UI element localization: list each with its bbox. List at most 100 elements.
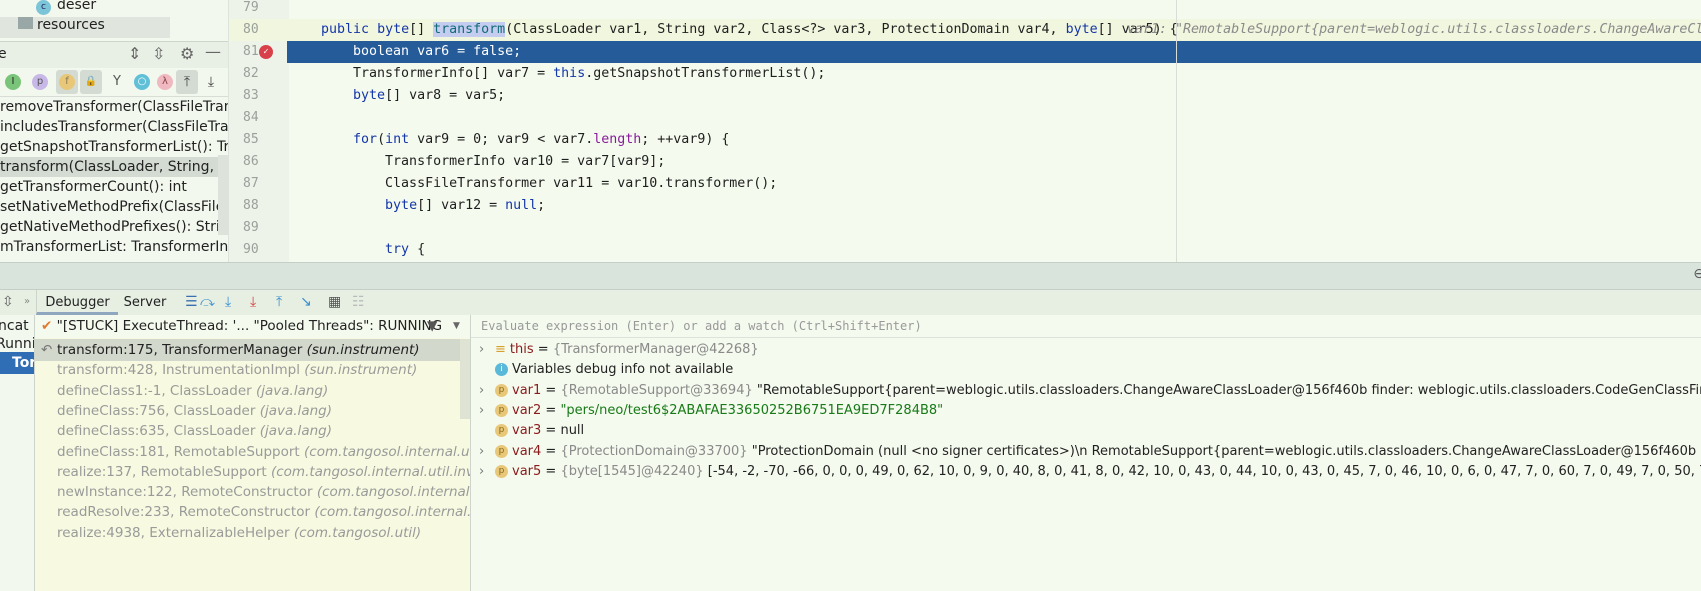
- autoscroll-to-source-icon[interactable]: ⤒: [176, 70, 198, 94]
- expand-all-icon[interactable]: ⇕: [128, 44, 141, 63]
- line-number[interactable]: 79: [229, 0, 289, 19]
- line-number[interactable]: 82: [229, 63, 289, 85]
- frame-method: newInstance:122, RemoteConstructor: [57, 484, 313, 501]
- stack-frame[interactable]: ↶ transform:175, TransformerManager (sun.…: [35, 339, 470, 361]
- collapse-all-icon[interactable]: ⇳: [152, 44, 165, 63]
- line-number[interactable]: 89: [229, 217, 289, 239]
- line-number[interactable]: 90: [229, 239, 289, 261]
- layout-icon[interactable]: ☰: [185, 294, 198, 310]
- line-number[interactable]: 87: [229, 173, 289, 195]
- show-inherited-icon[interactable]: I: [5, 74, 21, 90]
- show-non-public-icon[interactable]: 🔒: [80, 70, 102, 94]
- panel-splitter[interactable]: ⊖: [0, 262, 1701, 290]
- tree-item-deser[interactable]: c deser: [36, 0, 96, 15]
- variable-row[interactable]: › p var2 = "pers/neo/test6$2ABAFAE33650252…: [479, 400, 943, 422]
- show-fields-icon[interactable]: f: [59, 74, 75, 90]
- structure-item-selected[interactable]: transform(ClassLoader, String, Class<?>: [0, 157, 228, 177]
- stack-frame[interactable]: defineClass1:-1, ClassLoader (java.lang): [35, 380, 470, 402]
- line-number[interactable]: 83: [229, 85, 289, 107]
- structure-title: e: [0, 46, 7, 62]
- structure-item[interactable]: setNativeMethodPrefix(ClassFileTransform…: [0, 197, 228, 217]
- folder-icon: [18, 17, 33, 29]
- line-number[interactable]: 80: [229, 19, 289, 41]
- hide-icon[interactable]: ⊖: [1693, 266, 1701, 282]
- stack-frame[interactable]: defineClass:181, RemotableSupport (com.t…: [35, 441, 470, 463]
- frame-method: transform:428, InstrumentationImpl: [57, 362, 300, 379]
- thread-selector[interactable]: ✔ "[STUCK] ExecuteThread: '... "Pooled T…: [35, 315, 470, 338]
- more-icon[interactable]: »: [24, 294, 30, 310]
- info-icon: i: [495, 363, 508, 377]
- show-lambdas-tree-icon[interactable]: Y: [109, 74, 125, 90]
- structure-item[interactable]: getTransformerCount(): int: [0, 177, 228, 197]
- project-structure-panel: c deser resources e ⇕ ⇳ ⚙ — I p f 🔒 Y ○ λ…: [0, 0, 228, 262]
- expand-chevron-icon[interactable]: ›: [479, 339, 495, 361]
- field-icon: ≡: [495, 342, 506, 357]
- force-step-into-icon[interactable]: ⤓: [250, 294, 256, 310]
- line-number[interactable]: 84: [229, 107, 289, 129]
- tab-server[interactable]: Server: [120, 290, 170, 315]
- line-number[interactable]: 88: [229, 195, 289, 217]
- variable-row[interactable]: › p var1 = {RemotableSupport@33694} "Remot…: [479, 380, 1701, 402]
- breakpoint-icon[interactable]: ✓: [259, 45, 273, 59]
- expand-chevron-icon[interactable]: ›: [479, 441, 495, 463]
- step-over-icon[interactable]: ⤼: [200, 294, 215, 310]
- code-line: for(int var9 = 0; var9 < var7.length; ++…: [353, 132, 730, 147]
- structure-item[interactable]: getSnapshotTransformerList(): Transforme…: [0, 137, 228, 157]
- structure-item[interactable]: getNativeMethodPrefixes(): String[]: [0, 217, 228, 237]
- frame-method: readResolve:233, RemoteConstructor: [57, 504, 311, 521]
- frame-method: transform:175, TransformerManager: [57, 342, 303, 358]
- structure-item[interactable]: mTransformerList: TransformerInfo[]: [0, 237, 228, 257]
- collapse-icon[interactable]: ⇳: [2, 294, 14, 310]
- stack-frame[interactable]: realize:137, RemotableSupport (com.tango…: [35, 461, 470, 483]
- structure-item[interactable]: removeTransformer(ClassFileTransformer: [0, 97, 228, 117]
- variable-row[interactable]: › p var5 = {byte[1545]@42240} [-54, -2, -7…: [479, 461, 1701, 483]
- variable-type: {RemotableSupport@33694}: [560, 382, 753, 398]
- structure-item[interactable]: includesTransformer(ClassFileTransformer: [0, 117, 228, 137]
- variable-row[interactable]: p var3 = null: [479, 420, 584, 442]
- code-line: ClassFileTransformer var11 = var10.trans…: [321, 176, 778, 191]
- run-to-cursor-icon[interactable]: ↘: [300, 294, 312, 310]
- expand-chevron-icon[interactable]: ›: [479, 380, 495, 402]
- step-into-icon[interactable]: ⤓: [225, 294, 231, 310]
- variable-name: this: [509, 342, 534, 357]
- variable-row[interactable]: › p var4 = {ProtectionDomain@33700} "Prote…: [479, 441, 1696, 463]
- expand-chevron-icon[interactable]: ›: [479, 461, 495, 483]
- show-anonymous-icon[interactable]: ○: [134, 74, 150, 90]
- line-number[interactable]: 85: [229, 129, 289, 151]
- code-line: TransformerInfo[] var7 = this.getSnapsho…: [321, 66, 826, 81]
- trace-icon[interactable]: ☷: [352, 294, 365, 310]
- scrollbar[interactable]: [218, 155, 228, 235]
- stack-frame[interactable]: readResolve:233, RemoteConstructor (com.…: [35, 501, 470, 523]
- dropdown-icon[interactable]: ▼: [453, 315, 460, 337]
- autoscroll-from-source-icon[interactable]: ⤓: [203, 74, 219, 90]
- variable-name: var1: [512, 382, 542, 398]
- stack-frame[interactable]: newInstance:122, RemoteConstructor (com.…: [35, 481, 470, 503]
- variable-name: var4: [512, 443, 542, 459]
- variables-panel: Evaluate expression (Enter) or add a wat…: [470, 315, 1701, 591]
- code-editor[interactable]: 79808182838485868788899091 public byte[]…: [228, 0, 1701, 262]
- stack-frame[interactable]: transform:428, InstrumentationImpl (sun.…: [35, 359, 470, 381]
- variable-row[interactable]: › ≡ this = {TransformerManager@42268}: [479, 339, 759, 361]
- stack-frame[interactable]: realize:4938, ExternalizableHelper (com.…: [35, 522, 470, 544]
- frame-method: defineClass:756, ClassLoader: [57, 402, 256, 419]
- stack-frame[interactable]: defineClass:756, ClassLoader (java.lang): [35, 400, 470, 422]
- tree-item-resources[interactable]: resources: [18, 17, 105, 33]
- stack-frame[interactable]: defineClass:635, ClassLoader (java.lang): [35, 420, 470, 442]
- return-icon: ↶: [41, 342, 53, 358]
- show-lambda-icon[interactable]: λ: [157, 74, 173, 90]
- line-number[interactable]: 86: [229, 151, 289, 173]
- code-line: TransformerInfo var10 = var7[var9];: [321, 154, 666, 169]
- session-item-selected[interactable]: Tor: [0, 352, 34, 374]
- step-out-icon[interactable]: ⤒: [276, 294, 282, 310]
- expand-chevron-icon[interactable]: ›: [479, 400, 495, 422]
- filter-icon[interactable]: ▼: [427, 315, 437, 337]
- scrollbar[interactable]: [460, 339, 470, 419]
- debug-info-message[interactable]: i Variables debug info not available: [479, 359, 733, 381]
- minimize-icon[interactable]: —: [205, 42, 221, 61]
- gear-icon[interactable]: ⚙: [180, 44, 194, 63]
- show-properties-icon[interactable]: p: [32, 74, 48, 90]
- tab-debugger[interactable]: Debugger: [36, 290, 118, 315]
- frame-package: (sun.instrument): [304, 362, 418, 379]
- evaluate-expression-icon[interactable]: ▦: [328, 294, 341, 310]
- evaluate-expression-input[interactable]: Evaluate expression (Enter) or add a wat…: [471, 315, 1701, 338]
